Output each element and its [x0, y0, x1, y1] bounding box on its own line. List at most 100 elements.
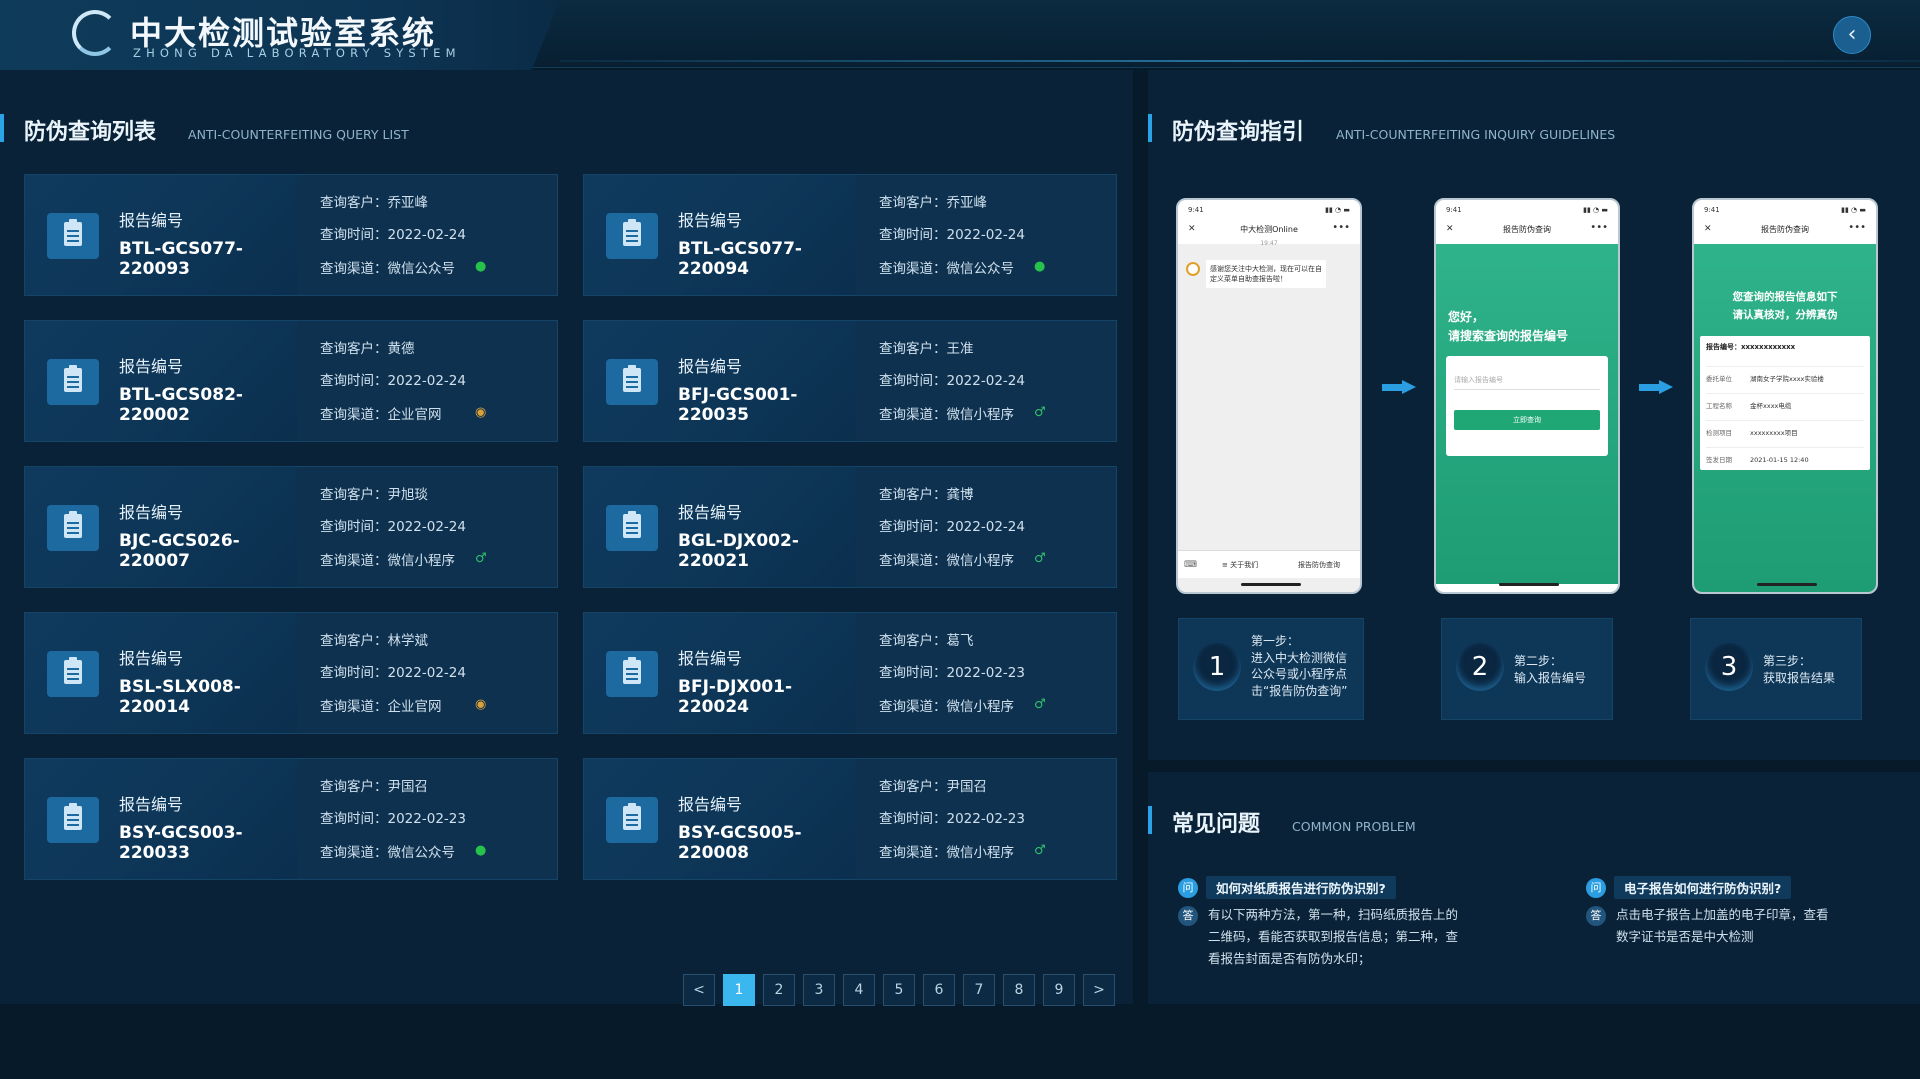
- channel-value: 微信小程序: [387, 553, 456, 569]
- customer-row: 查询客户：龚博: [879, 483, 974, 503]
- keyboard-icon: ⌨: [1184, 560, 1197, 570]
- time-value: 2022-02-24: [387, 373, 466, 389]
- pager-prev-button[interactable]: <: [683, 974, 715, 1006]
- hero-greeting: 您好， 请搜索查询的报告编号: [1448, 308, 1568, 346]
- pager-page-4[interactable]: 4: [843, 974, 875, 1006]
- pager-page-8[interactable]: 8: [1003, 974, 1035, 1006]
- customer-label: 查询客户：: [320, 195, 388, 211]
- pager-page-6[interactable]: 6: [923, 974, 955, 1006]
- chevron-left-icon: ‹: [1847, 22, 1857, 47]
- result-line-2: 请认真核对，分辨真伪: [1732, 309, 1838, 321]
- report-no-row: 报告编号：xxxxxxxxxxxx: [1706, 342, 1795, 352]
- report-label: 报告编号: [678, 649, 743, 668]
- report-label: 报告编号: [678, 357, 743, 376]
- query-list-header: 防伪查询列表 ANTI-COUNTERFEITING QUERY LIST: [24, 114, 409, 146]
- pager-next-button[interactable]: >: [1083, 974, 1115, 1006]
- result-value: 湖南女子学院xxxx实验楼: [1750, 375, 1824, 383]
- result-row: 工程名称 金杯xxxx电缆: [1706, 393, 1864, 410]
- time-value: 2022-02-24: [387, 519, 466, 535]
- mini-program-icon: ♂: [475, 551, 487, 566]
- report-label: 报告编号: [678, 503, 743, 522]
- query-card[interactable]: 报告编号 BTL-GCS077-220093 查询客户：乔亚峰 查询时间：202…: [24, 174, 558, 296]
- back-button[interactable]: ‹: [1833, 16, 1871, 54]
- card-report-block: 报告编号 BFJ-GCS001-220035: [584, 321, 856, 441]
- time-value: 2022-02-24: [946, 227, 1025, 243]
- report-code: BTL-GCS077-220094: [678, 239, 802, 279]
- query-card[interactable]: 报告编号 BSL-SLX008-220014 查询客户：林学斌 查询时间：202…: [24, 612, 558, 734]
- step-text: 第三步： 获取报告结果: [1763, 653, 1835, 686]
- report-label: 报告编号: [119, 649, 184, 668]
- customer-value: 尹旭琰: [387, 487, 429, 503]
- faq-title-en: COMMON PROBLEM: [1292, 819, 1416, 834]
- query-card[interactable]: 报告编号 BTL-GCS082-220002 查询客户：黄德 查询时间：2022…: [24, 320, 558, 442]
- mini-program-icon: ♂: [1034, 843, 1046, 858]
- clipboard-icon: [47, 797, 99, 843]
- menu-report-query: 报告防伪查询: [1298, 561, 1340, 569]
- report-code: BFJ-DJX001-220024: [678, 677, 793, 717]
- report-code: BGL-DJX002-220021: [678, 531, 799, 571]
- query-card[interactable]: 报告编号 BTL-GCS077-220094 查询客户：乔亚峰 查询时间：202…: [583, 174, 1117, 296]
- query-list-title: 防伪查询列表: [24, 120, 157, 145]
- query-card[interactable]: 报告编号 BSY-GCS005-220008 查询客户：尹国召 查询时间：202…: [583, 758, 1117, 880]
- report-code: BTL-GCS082-220002: [119, 385, 243, 425]
- channel-label: 查询渠道：: [320, 699, 388, 715]
- result-heading: 您查询的报告信息如下 请认真核对，分辨真伪: [1694, 288, 1876, 324]
- report-label: 报告编号: [678, 795, 743, 814]
- answer-badge: 答: [1586, 906, 1606, 926]
- channel-row: 查询渠道：企业官网: [320, 403, 442, 423]
- more-icon: •••: [1332, 222, 1350, 233]
- channel-label: 查询渠道：: [879, 261, 947, 277]
- signal-battery-icon: ▮▮ ◔ ▬: [1325, 206, 1350, 214]
- pager-page-1[interactable]: 1: [723, 974, 755, 1006]
- pagination: <1 2 3 4 5 6 7 8 9 >: [683, 974, 1115, 1006]
- answer-text: 点击电子报告上加盖的电子印章，查看 数字证书是否是中大检测: [1616, 904, 1829, 948]
- time-row: 查询时间：2022-02-24: [879, 369, 1025, 389]
- result-key: 签发日期: [1706, 456, 1732, 464]
- card-report-block: 报告编号 BSY-GCS005-220008: [584, 759, 856, 879]
- hero-line-1: 您好，: [1448, 310, 1485, 324]
- channel-row: 查询渠道：微信公众号: [320, 257, 455, 277]
- phone-mockup-step3: 9:41 ▮▮ ◔ ▬ ✕ 报告防伪查询 ••• 您查询的报告信息如下 请认真核…: [1692, 198, 1878, 594]
- menu-about: ≡ 关于我们: [1222, 561, 1259, 569]
- pager-page-5[interactable]: 5: [883, 974, 915, 1006]
- time-row: 查询时间：2022-02-24: [879, 223, 1025, 243]
- pager-page-2[interactable]: 2: [763, 974, 795, 1006]
- clipboard-icon: [47, 359, 99, 405]
- customer-label: 查询客户：: [879, 487, 947, 503]
- customer-value: 尹国召: [946, 779, 988, 795]
- step-number: 1: [1193, 643, 1241, 691]
- query-card[interactable]: 报告编号 BJC-GCS026-220007 查询客户：尹旭琰 查询时间：202…: [24, 466, 558, 588]
- report-no-value: xxxxxxxxxxxx: [1741, 343, 1796, 351]
- channel-row: 查询渠道：微信小程序: [879, 403, 1014, 423]
- channel-value: 微信小程序: [946, 699, 1015, 715]
- report-code: BJC-GCS026-220007: [119, 531, 240, 571]
- time-label: 查询时间：: [320, 227, 388, 243]
- pager-page-7[interactable]: 7: [963, 974, 995, 1006]
- customer-value: 林学斌: [387, 633, 429, 649]
- question-badge: 问: [1178, 877, 1198, 898]
- time-value: 2022-02-24: [387, 665, 466, 681]
- channel-label: 查询渠道：: [320, 845, 388, 861]
- result-row: 签发日期 2021-01-15 12:40: [1706, 447, 1864, 464]
- result-row: 检测项目 xxxxxxxxx项目: [1706, 420, 1864, 437]
- clipboard-icon: [606, 213, 658, 259]
- customer-value: 王准: [946, 341, 974, 357]
- channel-label: 查询渠道：: [320, 261, 388, 277]
- question-text: 电子报告如何进行防伪识别?: [1614, 876, 1792, 899]
- query-card[interactable]: 报告编号 BFJ-GCS001-220035 查询客户：王准 查询时间：2022…: [583, 320, 1117, 442]
- guide-title: 防伪查询指引: [1172, 120, 1305, 145]
- report-label: 报告编号: [119, 357, 184, 376]
- report-label: 报告编号: [119, 795, 184, 814]
- pager-page-3[interactable]: 3: [803, 974, 835, 1006]
- report-label: 报告编号: [678, 211, 743, 230]
- result-line-1: 您查询的报告信息如下: [1732, 291, 1838, 303]
- query-card[interactable]: 报告编号 BGL-DJX002-220021 查询客户：龚博 查询时间：2022…: [583, 466, 1117, 588]
- header-divider: [560, 60, 1920, 62]
- guide-title-en: ANTI-COUNTERFEITING INQUIRY GUIDELINES: [1336, 127, 1616, 142]
- query-card[interactable]: 报告编号 BSY-GCS003-220033 查询客户：尹国召 查询时间：202…: [24, 758, 558, 880]
- step-text: 第一步： 进入中大检测微信 公众号或小程序点 击“报告防伪查询”: [1251, 633, 1347, 699]
- pager-page-9[interactable]: 9: [1043, 974, 1075, 1006]
- result-key: 委托单位: [1706, 375, 1732, 383]
- query-card[interactable]: 报告编号 BFJ-DJX001-220024 查询客户：葛飞 查询时间：2022…: [583, 612, 1117, 734]
- time-row: 查询时间：2022-02-24: [320, 661, 466, 681]
